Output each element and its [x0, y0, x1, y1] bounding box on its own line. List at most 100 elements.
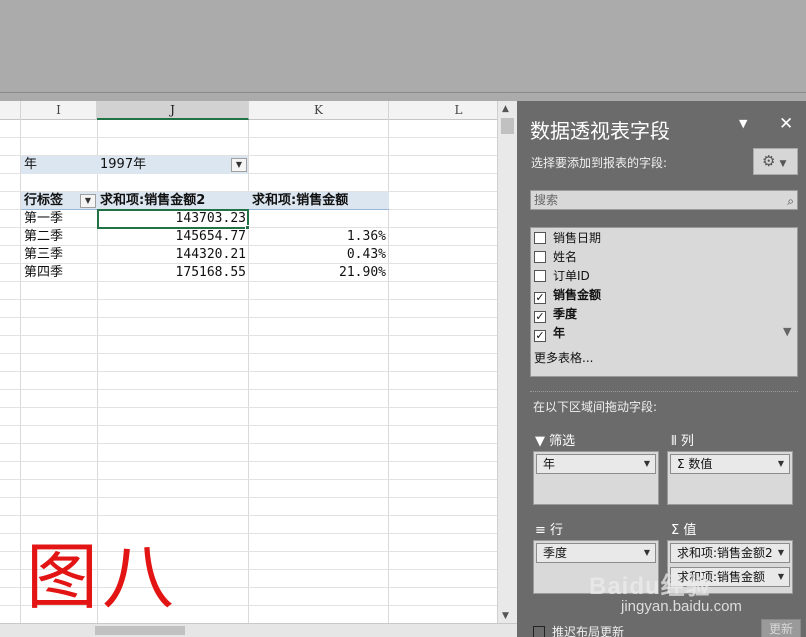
columns-icon: ⦀	[671, 434, 677, 449]
value-cell-q3-sales2[interactable]: 144320.21	[100, 246, 246, 264]
grid-line	[0, 407, 497, 408]
drag-instructions: 在以下区域间拖动字段:	[533, 400, 658, 414]
panel-title: 数据透视表字段	[530, 119, 670, 143]
rows-area-title: ≡ 行	[535, 523, 564, 538]
grid-line	[0, 497, 497, 498]
column-header-j[interactable]: J	[97, 101, 249, 120]
field-label: 订单ID	[553, 269, 590, 283]
grid-line	[0, 299, 497, 300]
field-item[interactable]: 销售日期	[534, 229, 601, 247]
row-label-q3[interactable]: 第三季	[24, 246, 63, 264]
values-area-title: Σ 值	[671, 523, 697, 538]
scroll-down-icon[interactable]: ▼	[502, 611, 509, 621]
filters-area-title: ▼ 筛选	[535, 434, 576, 449]
rows-icon: ≡	[535, 523, 546, 538]
field-checkbox[interactable]: ✓	[534, 330, 546, 342]
grid-line	[0, 353, 497, 354]
row-label-q4[interactable]: 第四季	[24, 264, 63, 282]
field-label: 年	[553, 326, 566, 340]
field-checkbox[interactable]	[534, 270, 546, 282]
search-icon[interactable]: ⌕	[787, 192, 794, 210]
grid-line	[0, 515, 497, 516]
field-label: 销售日期	[553, 231, 602, 245]
panel-subtitle: 选择要添加到报表的字段:	[531, 156, 668, 170]
field-checkbox[interactable]	[534, 251, 546, 263]
panel-options-icon[interactable]: ▼	[739, 117, 747, 130]
field-item[interactable]: ✓ 销售金额	[534, 286, 601, 304]
field-checkbox[interactable]	[534, 232, 546, 244]
divider	[0, 92, 806, 93]
grid-line	[0, 443, 497, 444]
update-button[interactable]: 更新	[761, 619, 801, 637]
column-header-bar: I J K L	[0, 101, 497, 120]
scroll-up-icon[interactable]: ▲	[502, 104, 509, 114]
value-cell-q2-sales[interactable]: 1.36%	[252, 228, 386, 246]
value-header-2: 求和项:销售金额	[252, 193, 349, 208]
field-list: 销售日期 姓名 订单ID ✓ 销售金额 ✓ 季度 ✓ 年 ▼ 更多表格...	[530, 227, 798, 377]
column-header-l[interactable]: L	[389, 101, 497, 120]
more-tables-link[interactable]: 更多表格...	[534, 349, 593, 366]
row-label-q2[interactable]: 第二季	[24, 228, 63, 246]
value-cell-q2-sales2[interactable]: 145654.77	[100, 228, 246, 246]
fill-handle[interactable]	[245, 225, 250, 230]
filter-field-value[interactable]: 1997年	[100, 156, 146, 174]
defer-checkbox[interactable]	[533, 626, 545, 637]
column-field-pill[interactable]: Σ 数值 ▼	[670, 454, 790, 474]
field-label: 姓名	[553, 250, 578, 264]
column-header-k[interactable]: K	[249, 101, 389, 120]
spreadsheet-grid[interactable]: I J K L 年 1997年 ▼ 行标签 ▼ 求和项:销售金额2 求和项:销售…	[0, 101, 497, 623]
grid-line	[0, 533, 497, 534]
grid-line	[0, 137, 497, 138]
value-cell-q4-sales2[interactable]: 175168.55	[100, 264, 246, 282]
row-labels-dropdown-button[interactable]: ▼	[80, 194, 96, 208]
grid-line	[0, 335, 497, 336]
grid-line	[0, 371, 497, 372]
grid-line	[0, 245, 497, 246]
divider	[530, 391, 798, 392]
field-item[interactable]: 姓名	[534, 248, 577, 266]
defer-label: 推迟布局更新	[552, 625, 625, 637]
value-cell-q4-sales[interactable]: 21.90%	[252, 264, 386, 282]
field-checkbox[interactable]: ✓	[534, 311, 546, 323]
filter-field-pill[interactable]: 年 ▼	[536, 454, 656, 474]
grid-line	[0, 281, 497, 282]
search-placeholder: 搜索	[534, 193, 559, 207]
columns-drop-area[interactable]: Σ 数值 ▼	[667, 451, 793, 505]
horizontal-scrollbar-thumb[interactable]	[95, 626, 185, 635]
baidu-watermark-logo: Baidu经验	[589, 573, 711, 600]
columns-area-title: ⦀ 列	[671, 434, 694, 449]
column-header-i[interactable]: I	[21, 101, 97, 120]
vertical-scrollbar[interactable]	[497, 101, 517, 623]
value-header-1: 求和项:销售金额2	[100, 193, 206, 208]
horizontal-scrollbar[interactable]	[0, 623, 517, 637]
value-cell-q3-sales[interactable]: 0.43%	[252, 246, 386, 264]
filters-drop-area[interactable]: 年 ▼	[533, 451, 659, 505]
row-field-pill[interactable]: 季度 ▼	[536, 543, 656, 563]
filter-dropdown-button[interactable]: ▼	[231, 158, 247, 172]
figure-caption: 图八	[26, 535, 179, 619]
field-label: 季度	[553, 307, 578, 321]
column-header-partial[interactable]	[0, 101, 21, 120]
active-cell-selection	[97, 209, 249, 229]
field-item[interactable]: ✓ 季度	[534, 305, 577, 323]
gear-icon[interactable]: ⚙ ▼	[753, 148, 798, 175]
field-item[interactable]: 订单ID	[534, 267, 590, 285]
row-labels-header: 行标签	[24, 193, 64, 208]
excel-window: I J K L 年 1997年 ▼ 行标签 ▼ 求和项:销售金额2 求和项:销售…	[0, 0, 806, 637]
pivot-field-panel: 数据透视表字段 ▼ ✕ 选择要添加到报表的字段: ⚙ ▼ 搜索 ⌕ 销售日期姓名订…	[517, 101, 806, 637]
ribbon-area	[0, 0, 806, 92]
filter-funnel-icon: ▼	[535, 434, 545, 449]
close-icon[interactable]: ✕	[779, 114, 793, 134]
scrollbar-thumb[interactable]	[501, 118, 514, 134]
grid-line	[0, 263, 497, 264]
field-item[interactable]: ✓ 年	[534, 324, 565, 342]
value-field-pill[interactable]: 求和项:销售金额2 ▼	[670, 543, 790, 563]
sigma-icon: Σ	[671, 523, 680, 538]
search-input[interactable]: 搜索 ⌕	[530, 190, 798, 210]
grid-line	[0, 317, 497, 318]
grid-line	[0, 479, 497, 480]
filter-icon[interactable]: ▼	[783, 325, 791, 338]
defer-layout-update[interactable]: 推迟布局更新	[533, 623, 624, 637]
row-label-q1[interactable]: 第一季	[24, 210, 63, 228]
field-checkbox[interactable]: ✓	[534, 292, 546, 304]
